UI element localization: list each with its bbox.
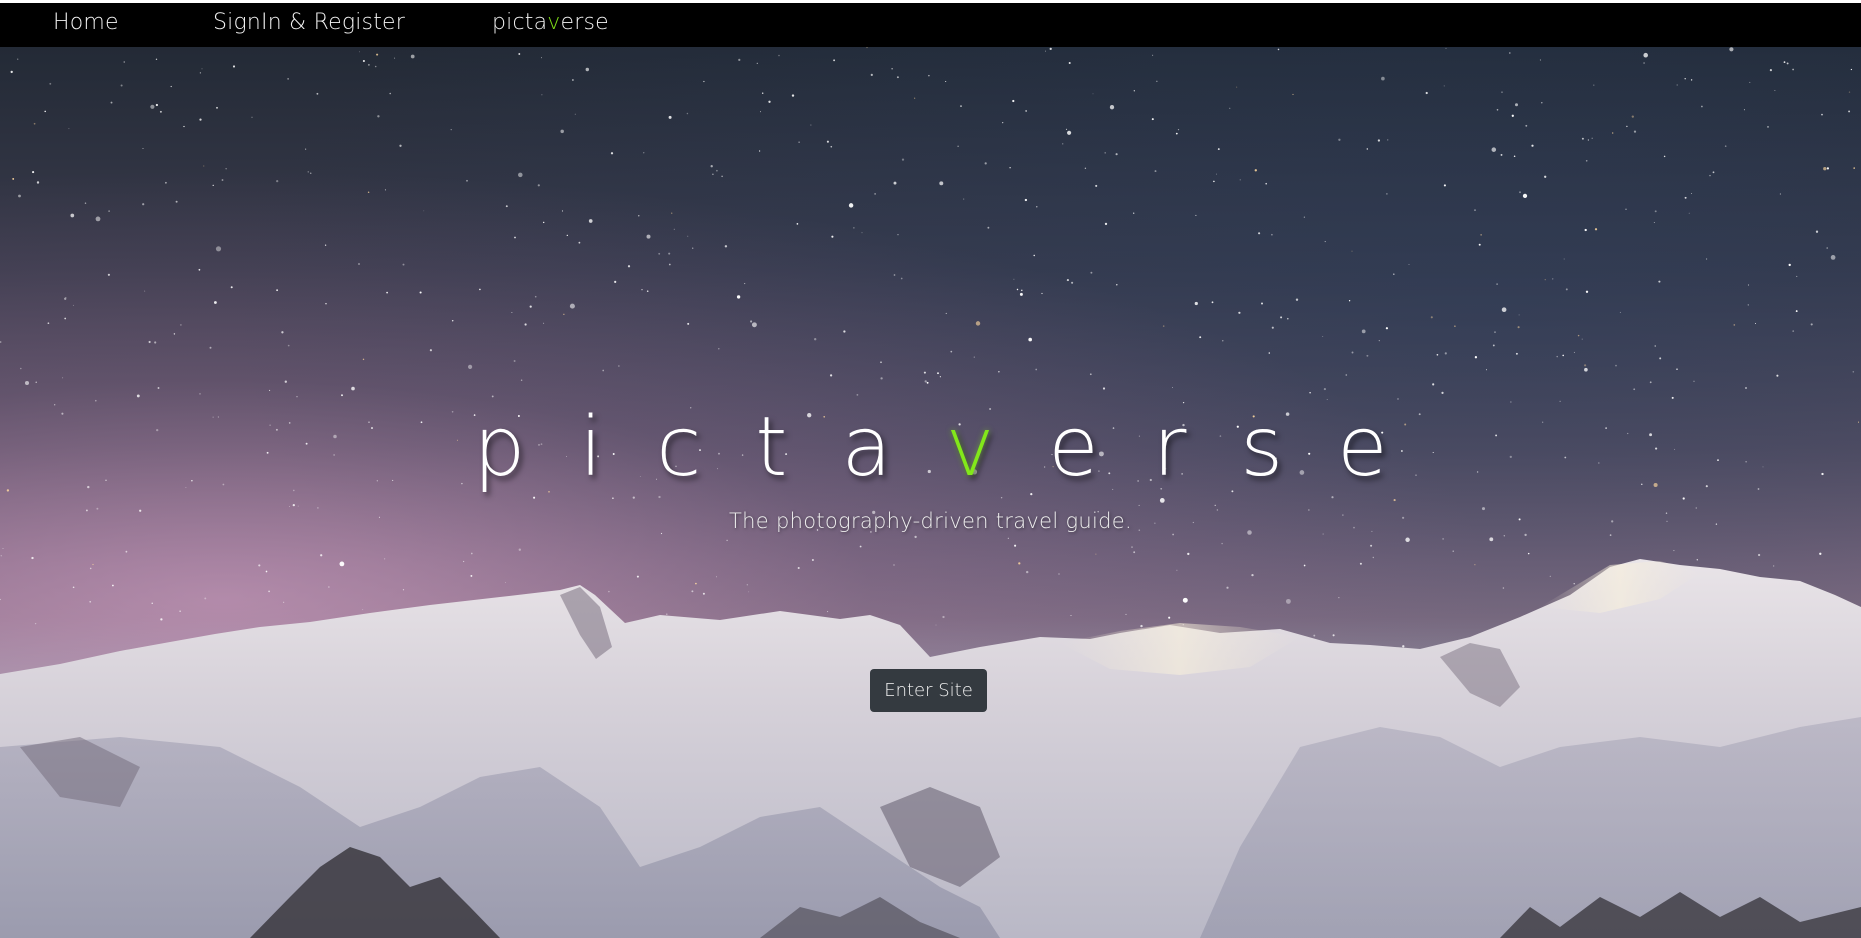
top-navbar: Home SignIn & Register pictaverse	[0, 0, 1861, 47]
hero-title-suffix: erse	[1048, 400, 1442, 495]
nav-brand-accent: v	[547, 10, 561, 35]
nav-brand-prefix: picta	[492, 10, 548, 35]
enter-site-button[interactable]: Enter Site	[870, 669, 987, 712]
nav-link-home[interactable]: Home	[53, 10, 119, 35]
nav-link-signin-register[interactable]: SignIn & Register	[213, 10, 405, 35]
nav-brand-link[interactable]: pictaverse	[492, 10, 609, 35]
hero-subtitle: The photography-driven travel guide.	[729, 509, 1132, 533]
nav-brand-suffix: erse	[560, 10, 609, 35]
hero-title: pictaverse	[0, 400, 1861, 495]
hero-title-prefix: picta	[473, 400, 946, 495]
hero-title-accent: v	[945, 400, 1049, 495]
landing-page: Home SignIn & Register pictaverse pictav…	[0, 0, 1861, 938]
